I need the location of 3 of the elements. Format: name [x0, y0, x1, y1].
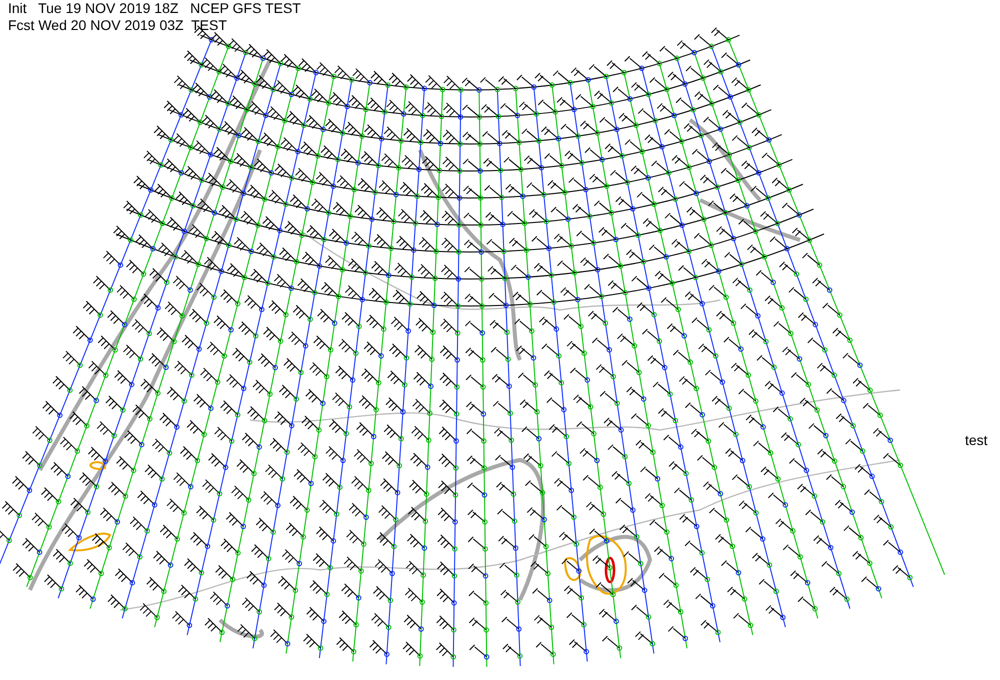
forecast-time-label: Fcst Wed 20 NOV 2019 03Z TEST [8, 17, 228, 34]
init-time-label: Init Tue 19 NOV 2019 18Z NCEP GFS TEST [8, 0, 301, 17]
plot-label: test [965, 432, 988, 449]
